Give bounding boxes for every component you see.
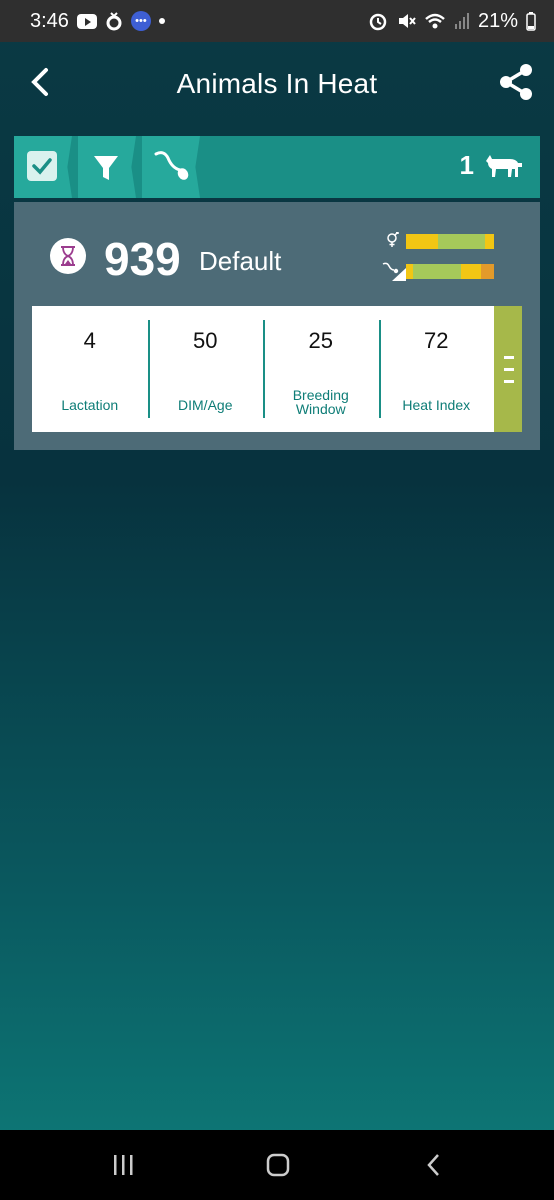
status-left: 3:46 ••• (30, 10, 165, 33)
animal-count-value: 1 (459, 150, 474, 180)
stats-menu-handle[interactable] (494, 306, 522, 432)
system-nav-bar (0, 1130, 554, 1200)
checkbox-icon (27, 151, 57, 181)
status-time: 3:46 (30, 9, 69, 32)
youtube-icon (76, 13, 97, 29)
recents-icon (114, 1155, 133, 1175)
animal-id: 939 (104, 233, 181, 285)
stats-panel: 4 Lactation 50 DIM/Age 25 Breeding Windo… (32, 306, 522, 432)
sperm-icon (154, 151, 189, 180)
menu-line-icon (504, 356, 514, 359)
status-bar: 3:46 ••• 21% (0, 0, 554, 42)
home-button[interactable] (258, 1150, 298, 1180)
stat-label: Breeding Window (292, 387, 349, 417)
menu-line-icon (504, 368, 514, 371)
stat-value: 72 (424, 328, 449, 353)
stat-label: Lactation (61, 397, 119, 413)
messenger-icon: ••• (130, 11, 151, 31)
animal-count: 1 (460, 150, 524, 181)
bar-segment (480, 264, 494, 279)
status-right: 21% (368, 10, 536, 33)
select-all-button[interactable] (14, 136, 72, 198)
mute-icon (396, 11, 416, 31)
stat-value: 50 (193, 328, 218, 353)
signal-icon (454, 12, 470, 30)
stat-label: DIM/Age (178, 397, 233, 413)
alarm-icon (368, 11, 388, 31)
bar-segment (406, 234, 438, 249)
stat-label: Heat Index (402, 397, 471, 413)
chevron-left-icon (427, 1154, 439, 1176)
bar-segment (437, 234, 486, 249)
ring-icon (105, 11, 123, 31)
share-icon (500, 64, 532, 100)
filter-toolbar: 1 (14, 136, 540, 198)
breeding-bar (406, 264, 494, 279)
bar-segment (406, 264, 414, 279)
stat-dim-age: 50 DIM/Age (147, 306, 264, 432)
stat-heat-index: 72 Heat Index (378, 306, 495, 432)
wifi-icon (424, 11, 446, 31)
chevron-left-icon (31, 68, 48, 96)
stat-value: 4 (83, 328, 96, 353)
battery-percent: 21% (477, 9, 518, 32)
heat-bar (406, 234, 494, 249)
back-button[interactable] (22, 62, 62, 102)
menu-line-icon (504, 380, 514, 383)
animal-card[interactable]: 939 Default 4 Lactation 50 DIM/Age 25 Br… (14, 202, 540, 450)
status-bars (382, 230, 502, 282)
filter-button[interactable] (78, 136, 136, 198)
share-button[interactable] (494, 60, 538, 104)
app-header: Animals In Heat (0, 42, 554, 126)
page-title: Animals In Heat (176, 68, 378, 99)
system-back-button[interactable] (414, 1150, 454, 1180)
filter-icon (94, 156, 118, 180)
bar-segment (485, 234, 494, 249)
sperm-small-icon (382, 262, 406, 281)
stat-lactation: 4 Lactation (32, 306, 148, 432)
breeding-button[interactable] (142, 136, 200, 198)
gender-icon (387, 232, 399, 247)
cow-icon (486, 154, 522, 177)
stat-value: 25 (308, 328, 333, 353)
bar-segment (461, 264, 481, 279)
stat-breeding-window: 25 Breeding Window (263, 306, 379, 432)
bar-segment (413, 264, 462, 279)
notification-dot-icon (158, 18, 165, 24)
hourglass-icon (50, 238, 86, 274)
battery-icon (526, 11, 536, 31)
recents-button[interactable] (104, 1150, 144, 1180)
home-icon (266, 1153, 290, 1177)
animal-group: Default (199, 246, 282, 276)
